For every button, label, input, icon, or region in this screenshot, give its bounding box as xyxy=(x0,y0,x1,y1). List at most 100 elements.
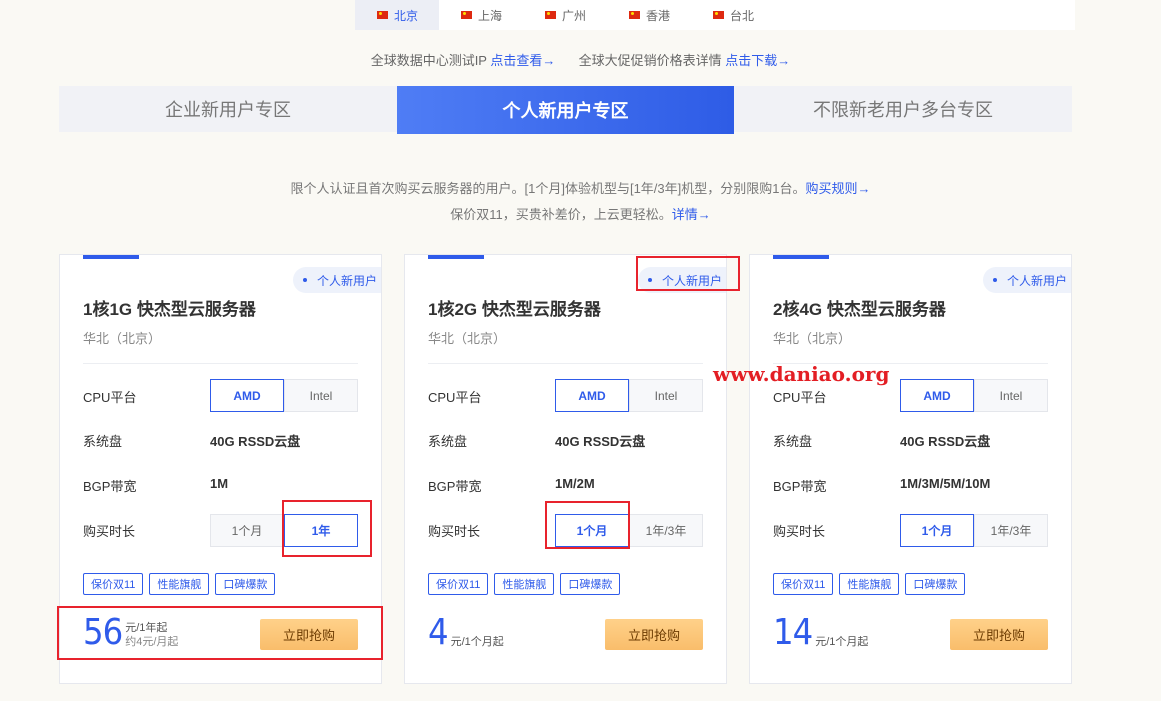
tag-bestseller: 口碑爆款 xyxy=(215,573,276,595)
divider xyxy=(428,363,703,364)
price-unit: 元/1个月起 xyxy=(815,635,868,651)
price-unit-text: 元/1个月起 xyxy=(450,636,504,648)
bandwidth-value: 1M xyxy=(210,476,229,491)
region-tab-guangzhou[interactable]: 广州 xyxy=(523,0,607,30)
price-table-download-link[interactable]: 点击下载→ xyxy=(725,53,790,68)
cpu-label: CPU平台 xyxy=(83,390,137,405)
card-region: 华北（北京） xyxy=(773,331,852,346)
cpu-option-intel[interactable]: Intel xyxy=(629,379,703,412)
dot-icon xyxy=(993,278,997,282)
buy-now-button[interactable]: 立即抢购 xyxy=(260,619,358,650)
disk-label: 系统盘 xyxy=(428,434,468,449)
bandwidth-label: BGP带宽 xyxy=(773,479,827,494)
badge-label: 个人新用户 xyxy=(317,273,378,288)
region-tab-shanghai[interactable]: 上海 xyxy=(439,0,523,30)
duration-option-1-month[interactable]: 1个月 xyxy=(555,514,629,547)
product-card: 个人新用户 2核4G 快杰型云服务器 华北（北京） CPU平台 AMD Inte… xyxy=(749,254,1072,684)
cpu-selector: AMD Intel xyxy=(210,379,358,412)
buy-now-button[interactable]: 立即抢购 xyxy=(950,619,1048,650)
card-region: 华北（北京） xyxy=(428,331,507,346)
price-value: 4 xyxy=(428,612,449,653)
china-flag-icon xyxy=(629,11,640,19)
disk-value: 40G RSSD云盘 xyxy=(900,434,991,449)
price-value: 56 xyxy=(83,612,123,653)
card-accent-bar xyxy=(83,255,139,259)
new-user-badge: 个人新用户 xyxy=(293,267,381,293)
cpu-selector: AMD Intel xyxy=(900,379,1048,412)
region-label: 北京 xyxy=(394,8,419,23)
region-tab-taipei[interactable]: 台北 xyxy=(691,0,775,30)
region-tabs: 北京 上海 广州 香港 台北 xyxy=(355,0,1075,30)
cpu-option-intel[interactable]: Intel xyxy=(974,379,1048,412)
price-unit: 元/1年起 约4元/月起 xyxy=(125,621,178,651)
duration-option-1-3-year[interactable]: 1年/3年 xyxy=(974,514,1048,547)
duration-option-1-year[interactable]: 1年 xyxy=(284,514,358,547)
feature-tags: 保价双11 性能旗舰 口碑爆款 xyxy=(428,573,621,595)
card-title: 1核1G 快杰型云服务器 xyxy=(83,300,256,319)
zone-notes: 限个人认证且首次购买云服务器的用户。[1个月]体验机型与[1年/3年]机型，分别… xyxy=(0,176,1161,228)
feature-tags: 保价双11 性能旗舰 口碑爆款 xyxy=(773,573,966,595)
dot-icon xyxy=(303,278,307,282)
bandwidth-value: 1M/3M/5M/10M xyxy=(900,476,991,491)
product-card: 个人新用户 1核2G 快杰型云服务器 华北（北京） CPU平台 AMD Inte… xyxy=(404,254,727,684)
tag-performance: 性能旗舰 xyxy=(494,573,555,595)
tag-price-protect: 保价双11 xyxy=(83,573,144,595)
feature-tags: 保价双11 性能旗舰 口碑爆款 xyxy=(83,573,276,595)
price: 14 元/1个月起 xyxy=(773,615,868,651)
zone-tabs: 企业新用户专区 个人新用户专区 不限新老用户多台专区 xyxy=(59,86,1072,134)
cpu-option-amd[interactable]: AMD xyxy=(900,379,974,412)
duration-selector: 1个月 1年/3年 xyxy=(900,514,1048,547)
tag-performance: 性能旗舰 xyxy=(839,573,900,595)
price-unit-text: 元/1年起 xyxy=(125,622,168,634)
product-card: 个人新用户 1核1G 快杰型云服务器 华北（北京） CPU平台 AMD Inte… xyxy=(59,254,382,684)
region-tab-beijing[interactable]: 北京 xyxy=(355,0,439,30)
tag-price-protect: 保价双11 xyxy=(773,573,834,595)
bandwidth-label: BGP带宽 xyxy=(83,479,137,494)
price: 4 元/1个月起 xyxy=(428,615,504,651)
badge-label: 个人新用户 xyxy=(662,273,723,288)
new-user-badge: 个人新用户 xyxy=(983,267,1071,293)
cpu-option-intel[interactable]: Intel xyxy=(284,379,358,412)
card-title: 2核4G 快杰型云服务器 xyxy=(773,300,946,319)
divider xyxy=(83,363,358,364)
china-flag-icon xyxy=(545,11,556,19)
duration-selector: 1个月 1年/3年 xyxy=(555,514,703,547)
disk-label: 系统盘 xyxy=(773,434,813,449)
bandwidth-label: BGP带宽 xyxy=(428,479,482,494)
tab-personal-new-user[interactable]: 个人新用户专区 xyxy=(397,86,734,134)
duration-option-1-month[interactable]: 1个月 xyxy=(900,514,974,547)
duration-option-1-3-year[interactable]: 1年/3年 xyxy=(629,514,703,547)
region-label: 广州 xyxy=(562,8,587,23)
cpu-selector: AMD Intel xyxy=(555,379,703,412)
badge-label: 个人新用户 xyxy=(1007,273,1068,288)
china-flag-icon xyxy=(377,11,388,19)
region-label: 台北 xyxy=(730,8,755,23)
tab-unlimited-multi[interactable]: 不限新老用户多台专区 xyxy=(734,86,1072,132)
dot-icon xyxy=(648,278,652,282)
cpu-option-amd[interactable]: AMD xyxy=(555,379,629,412)
price: 56 元/1年起 约4元/月起 xyxy=(83,615,178,651)
tab-enterprise-new-user[interactable]: 企业新用户专区 xyxy=(59,86,397,132)
watermark: www.daniao.org xyxy=(713,362,890,386)
price-unit: 元/1个月起 xyxy=(451,635,504,651)
duration-option-1-month[interactable]: 1个月 xyxy=(210,514,284,547)
tag-price-protect: 保价双11 xyxy=(428,573,489,595)
page: 北京 上海 广州 香港 台北 全球数据中心测试IP 点击查看→ 全球大促促销价格… xyxy=(0,0,1161,701)
purchase-rules-link[interactable]: 购买规则→ xyxy=(805,181,870,196)
region-tab-hongkong[interactable]: 香港 xyxy=(607,0,691,30)
duration-label: 购买时长 xyxy=(428,524,481,539)
duration-label: 购买时长 xyxy=(83,524,136,539)
disk-value: 40G RSSD云盘 xyxy=(210,434,301,449)
tag-bestseller: 口碑爆款 xyxy=(560,573,621,595)
region-label: 上海 xyxy=(478,8,503,23)
bandwidth-value: 1M/2M xyxy=(555,476,595,491)
disk-value: 40G RSSD云盘 xyxy=(555,434,646,449)
details-link[interactable]: 详情→ xyxy=(672,207,711,222)
cpu-option-amd[interactable]: AMD xyxy=(210,379,284,412)
test-ip-text: 全球数据中心测试IP xyxy=(370,53,487,68)
test-ip-link[interactable]: 点击查看→ xyxy=(490,53,555,68)
china-flag-icon xyxy=(461,11,472,19)
cpu-label: CPU平台 xyxy=(773,390,827,405)
buy-now-button[interactable]: 立即抢购 xyxy=(605,619,703,650)
price-protect-note: 保价双11，买贵补差价，上云更轻松。 xyxy=(450,207,672,222)
